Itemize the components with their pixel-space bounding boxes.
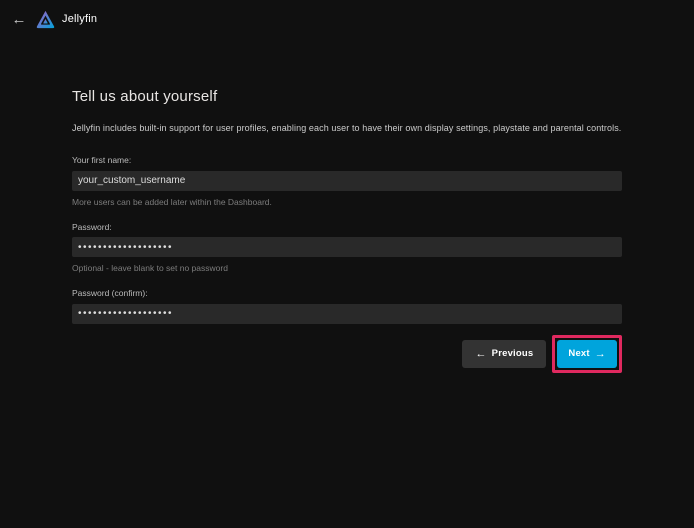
password-confirm-label: Password (confirm):	[72, 288, 622, 298]
arrow-right-icon: →	[595, 348, 606, 360]
password-label: Password:	[72, 222, 622, 232]
jellyfin-logo: Jellyfin	[35, 9, 97, 30]
password-helper: Optional - leave blank to set no passwor…	[72, 263, 622, 273]
first-name-helper: More users can be added later within the…	[72, 197, 622, 207]
first-name-field-group: Your first name: More users can be added…	[72, 155, 622, 207]
next-button[interactable]: Next →	[557, 340, 617, 368]
arrow-left-icon: ←	[475, 348, 486, 360]
previous-button[interactable]: ← Previous	[462, 340, 546, 368]
app-name: Jellyfin	[62, 13, 97, 25]
password-input[interactable]	[72, 237, 622, 257]
first-name-input[interactable]	[72, 171, 622, 191]
password-field-group: Password: Optional - leave blank to set …	[72, 222, 622, 274]
first-name-label: Your first name:	[72, 155, 622, 165]
jellyfin-logo-icon	[35, 9, 56, 30]
password-confirm-field-group: Password (confirm):	[72, 288, 622, 324]
page-title: Tell us about yourself	[72, 88, 622, 105]
setup-wizard-page: Tell us about yourself Jellyfin includes…	[0, 88, 694, 373]
top-bar: ← Jellyfin	[0, 0, 694, 38]
back-button[interactable]: ←	[6, 6, 32, 32]
wizard-navigation: ← Previous Next →	[72, 335, 622, 373]
page-description: Jellyfin includes built-in support for u…	[72, 123, 622, 133]
arrow-left-icon: ←	[12, 11, 27, 28]
password-confirm-input[interactable]	[72, 304, 622, 324]
next-button-label: Next	[568, 348, 589, 359]
previous-button-label: Previous	[492, 348, 534, 359]
annotation-highlight: Next →	[552, 335, 622, 373]
